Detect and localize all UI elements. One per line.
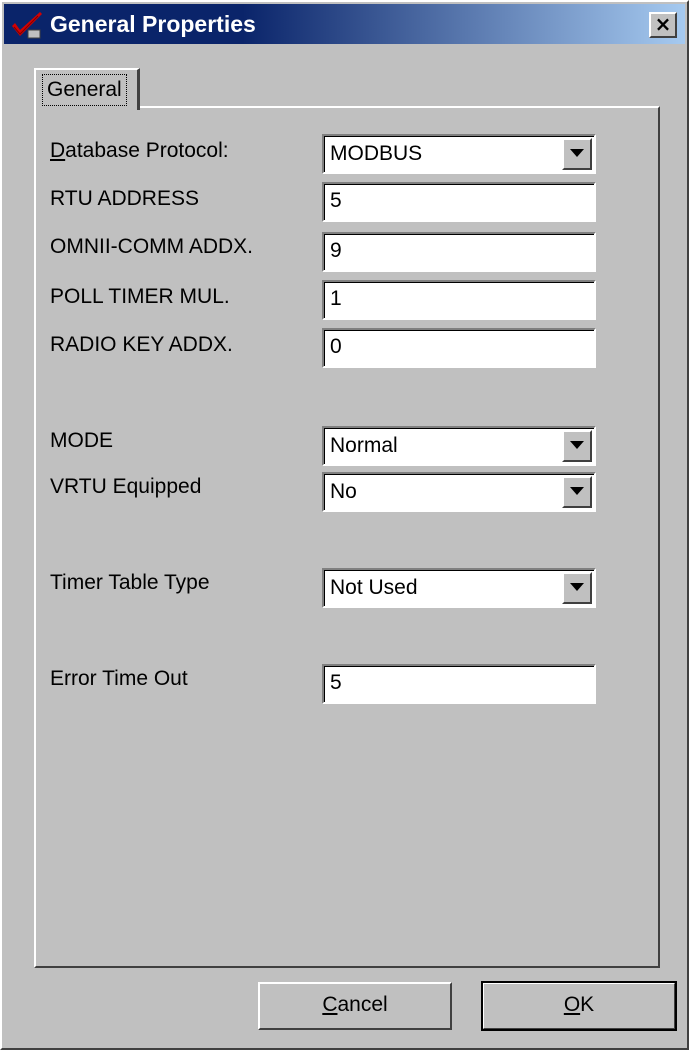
radio-key-addx-label: RADIO KEY ADDX. [50,333,233,356]
database-protocol-accel: D [50,139,66,162]
database-protocol-select[interactable]: MODBUS [322,134,596,174]
rtu-address-field[interactable]: 5 [322,182,596,222]
red-checkmark-icon [12,12,42,39]
omnii-comm-addx-label: OMNII-COMM ADDX. [50,235,253,258]
general-properties-dialog: General Properties × General Database Pr… [0,0,689,1050]
cancel-button-accel: C [322,993,338,1016]
chevron-down-icon [570,487,584,495]
rtu-address-label: RTU ADDRESS [50,187,199,210]
poll-timer-mul-field[interactable]: 1 [322,280,596,320]
close-icon: × [654,12,672,36]
database-protocol-value: MODBUS [330,142,423,165]
tab-general[interactable]: General [34,68,140,110]
close-button[interactable]: × [649,12,677,38]
database-protocol-label-text: atabase Protocol: [65,139,229,162]
database-protocol-label: Database Protocol: [50,138,229,164]
cancel-button-label: ancel [337,993,388,1016]
mode-dropdown-button[interactable] [562,430,592,462]
radio-key-addx-field[interactable]: 0 [322,328,596,368]
vrtu-equipped-dropdown-button[interactable] [562,476,592,508]
vrtu-equipped-label: VRTU Equipped [50,475,202,498]
timer-table-type-value: Not Used [330,576,418,599]
database-protocol-dropdown-button[interactable] [562,138,592,170]
timer-table-type-dropdown-button[interactable] [562,572,592,604]
window-title: General Properties [50,11,256,37]
tab-general-label: General [42,74,127,106]
ok-button-accel: O [563,993,581,1016]
omnii-comm-addx-field[interactable]: 9 [322,232,596,272]
title-bar[interactable]: General Properties × [4,4,685,44]
mode-value: Normal [330,434,398,457]
error-time-out-label: Error Time Out [50,667,188,690]
timer-table-type-label: Timer Table Type [50,571,210,594]
ok-button-label: K [580,993,595,1016]
ok-button[interactable]: OK [481,981,677,1031]
timer-table-type-select[interactable]: Not Used [322,568,596,608]
vrtu-equipped-value: No [330,480,357,503]
chevron-down-icon [570,441,584,449]
poll-timer-mul-label: POLL TIMER MUL. [50,285,230,308]
mode-select[interactable]: Normal [322,426,596,466]
cancel-button[interactable]: Cancel [258,982,452,1030]
mode-label: MODE [50,429,113,452]
vrtu-equipped-select[interactable]: No [322,472,596,512]
chevron-down-icon [570,583,584,591]
chevron-down-icon [570,149,584,157]
error-time-out-field[interactable]: 5 [322,664,596,704]
